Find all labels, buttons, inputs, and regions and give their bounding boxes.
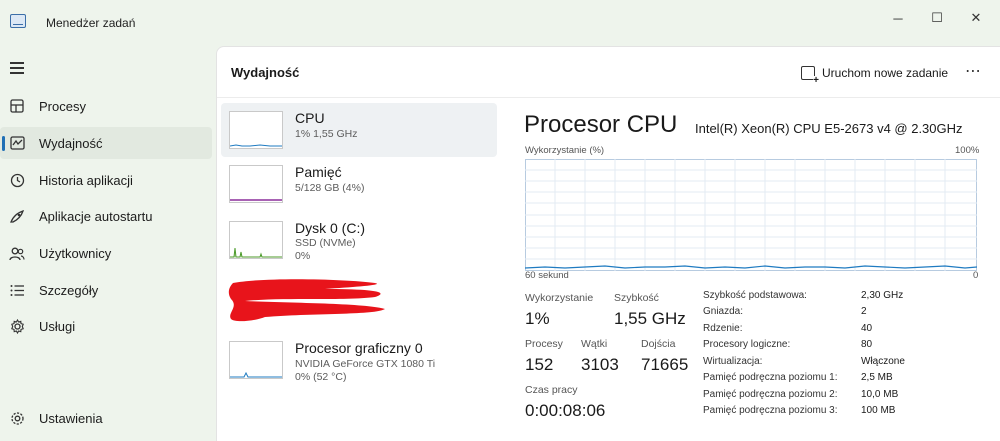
graph-bottom-right-label: 0 bbox=[973, 270, 979, 281]
cpu-usage-graph bbox=[524, 159, 978, 271]
cpu-thumbnail-graph bbox=[229, 111, 283, 149]
app-title: Menedżer zadań bbox=[46, 16, 136, 30]
sidebar-item-wydajnosc[interactable]: Wydajność bbox=[0, 127, 212, 159]
sidebar-item-historia-aplikacji[interactable]: Historia aplikacji bbox=[0, 164, 212, 196]
grid-icon bbox=[9, 98, 25, 114]
spec-key: Szybkość podstawowa: bbox=[703, 290, 807, 301]
speed-value: 1,55 GHz bbox=[614, 309, 686, 328]
spec-value: 2,5 MB bbox=[861, 372, 893, 383]
close-button[interactable]: ✕ bbox=[958, 6, 994, 30]
sidebar-item-procesy[interactable]: Procesy bbox=[0, 90, 212, 122]
resource-name: Procesor graficzny 0 bbox=[295, 340, 423, 356]
resource-item-memory[interactable]: Pamięć 5/128 GB (4%) bbox=[221, 157, 497, 211]
main-panel: Wydajność Uruchom nowe zadanie ⋯ CPU 1% … bbox=[216, 46, 1000, 441]
spec-value: 40 bbox=[861, 323, 873, 334]
run-new-task-button[interactable]: Uruchom nowe zadanie bbox=[801, 61, 948, 85]
spec-value: 80 bbox=[861, 339, 873, 350]
resource-sub: 0% (52 °C) bbox=[295, 371, 347, 383]
uptime-label: Czas pracy bbox=[525, 384, 578, 396]
header-divider bbox=[217, 97, 1000, 98]
gpu-thumbnail-graph bbox=[229, 341, 283, 379]
sidebar-item-uzytkownicy[interactable]: Użytkownicy bbox=[0, 237, 212, 269]
processes-label: Procesy bbox=[525, 338, 563, 350]
sidebar-item-label: Aplikacje autostartu bbox=[39, 208, 153, 224]
gear-icon bbox=[9, 410, 25, 426]
sidebar-item-label: Szczegóły bbox=[39, 282, 99, 298]
resource-sub: 0% bbox=[295, 250, 311, 262]
sidebar-item-ustawienia[interactable]: Ustawienia bbox=[0, 402, 212, 434]
threads-label: Wątki bbox=[581, 338, 608, 350]
speed-label: Szybkość bbox=[614, 292, 659, 304]
spec-key: Wirtualizacja: bbox=[703, 356, 763, 367]
spec-key: Pamięć podręczna poziomu 1: bbox=[703, 372, 838, 383]
startup-icon bbox=[9, 208, 25, 224]
graph-top-right-label: 100% bbox=[955, 145, 980, 156]
detail-title: Procesor CPU bbox=[524, 111, 678, 138]
usage-value: 1% bbox=[525, 309, 550, 328]
resource-sub: 1% 1,55 GHz bbox=[295, 128, 358, 140]
history-icon bbox=[9, 172, 25, 188]
threads-value: 3103 bbox=[581, 355, 619, 374]
handles-label: Dojścia bbox=[641, 338, 676, 350]
users-icon bbox=[9, 245, 25, 261]
usage-label: Wykorzystanie bbox=[525, 292, 594, 304]
redacted-area bbox=[225, 277, 401, 325]
resource-name: Pamięć bbox=[295, 164, 342, 180]
sidebar-item-szczegoly[interactable]: Szczegóły bbox=[0, 274, 212, 306]
performance-icon bbox=[9, 135, 25, 151]
more-options-button[interactable]: ⋯ bbox=[965, 61, 982, 81]
resource-item-disk[interactable]: Dysk 0 (C:) SSD (NVMe) 0% bbox=[221, 213, 497, 267]
spec-value: 10,0 MB bbox=[861, 389, 899, 400]
sidebar-item-label: Procesy bbox=[39, 98, 86, 114]
spec-key: Gniazda: bbox=[703, 306, 744, 317]
graph-top-left-label: Wykorzystanie (%) bbox=[525, 145, 605, 156]
handles-value: 71665 bbox=[641, 355, 689, 374]
sidebar-item-label: Ustawienia bbox=[39, 410, 103, 426]
page-title: Wydajność bbox=[231, 65, 300, 80]
services-icon bbox=[9, 318, 25, 334]
task-manager-icon bbox=[10, 14, 26, 28]
spec-key: Pamięć podręczna poziomu 2: bbox=[703, 389, 838, 400]
hamburger-menu-icon[interactable] bbox=[10, 62, 24, 74]
uptime-value: 0:00:08:06 bbox=[525, 401, 606, 420]
sidebar-item-label: Użytkownicy bbox=[39, 245, 112, 261]
resource-sub: 5/128 GB (4%) bbox=[295, 182, 365, 194]
resource-sub: SSD (NVMe) bbox=[295, 237, 356, 249]
run-task-icon bbox=[801, 66, 819, 85]
details-icon bbox=[9, 282, 25, 298]
processes-value: 152 bbox=[525, 355, 554, 374]
disk-thumbnail-graph bbox=[229, 221, 283, 259]
sidebar-item-label: Usługi bbox=[39, 318, 76, 334]
spec-value: 100 MB bbox=[861, 405, 896, 416]
spec-value: 2 bbox=[861, 306, 867, 317]
resource-sub: NVIDIA GeForce GTX 1080 Ti bbox=[295, 358, 436, 370]
resource-item-cpu[interactable]: CPU 1% 1,55 GHz bbox=[221, 103, 497, 157]
title-bar: Menedżer zadań ─ ☐ ✕ bbox=[0, 0, 1000, 44]
resource-name: CPU bbox=[295, 110, 325, 126]
sidebar-item-label: Historia aplikacji bbox=[39, 172, 133, 188]
run-new-task-label: Uruchom nowe zadanie bbox=[822, 66, 949, 80]
sidebar-item-uslugi[interactable]: Usługi bbox=[0, 310, 212, 342]
memory-thumbnail-graph bbox=[229, 165, 283, 203]
resource-name: Dysk 0 (C:) bbox=[295, 220, 365, 236]
sidebar-item-label: Wydajność bbox=[39, 135, 103, 151]
spec-value: 2,30 GHz bbox=[861, 290, 904, 301]
spec-key: Procesory logiczne: bbox=[703, 339, 791, 350]
sidebar-item-aplikacje-autostartu[interactable]: Aplikacje autostartu bbox=[0, 200, 212, 232]
cpu-model: Intel(R) Xeon(R) CPU E5-2673 v4 @ 2.30GH… bbox=[695, 121, 963, 136]
spec-key: Pamięć podręczna poziomu 3: bbox=[703, 405, 838, 416]
maximize-button[interactable]: ☐ bbox=[919, 6, 955, 30]
resource-item-gpu[interactable]: Procesor graficzny 0 NVIDIA GeForce GTX … bbox=[221, 333, 497, 387]
spec-key: Rdzenie: bbox=[703, 323, 743, 334]
minimize-button[interactable]: ─ bbox=[880, 6, 916, 30]
graph-bottom-left-label: 60 sekund bbox=[525, 270, 569, 281]
spec-value: Włączone bbox=[861, 356, 905, 367]
